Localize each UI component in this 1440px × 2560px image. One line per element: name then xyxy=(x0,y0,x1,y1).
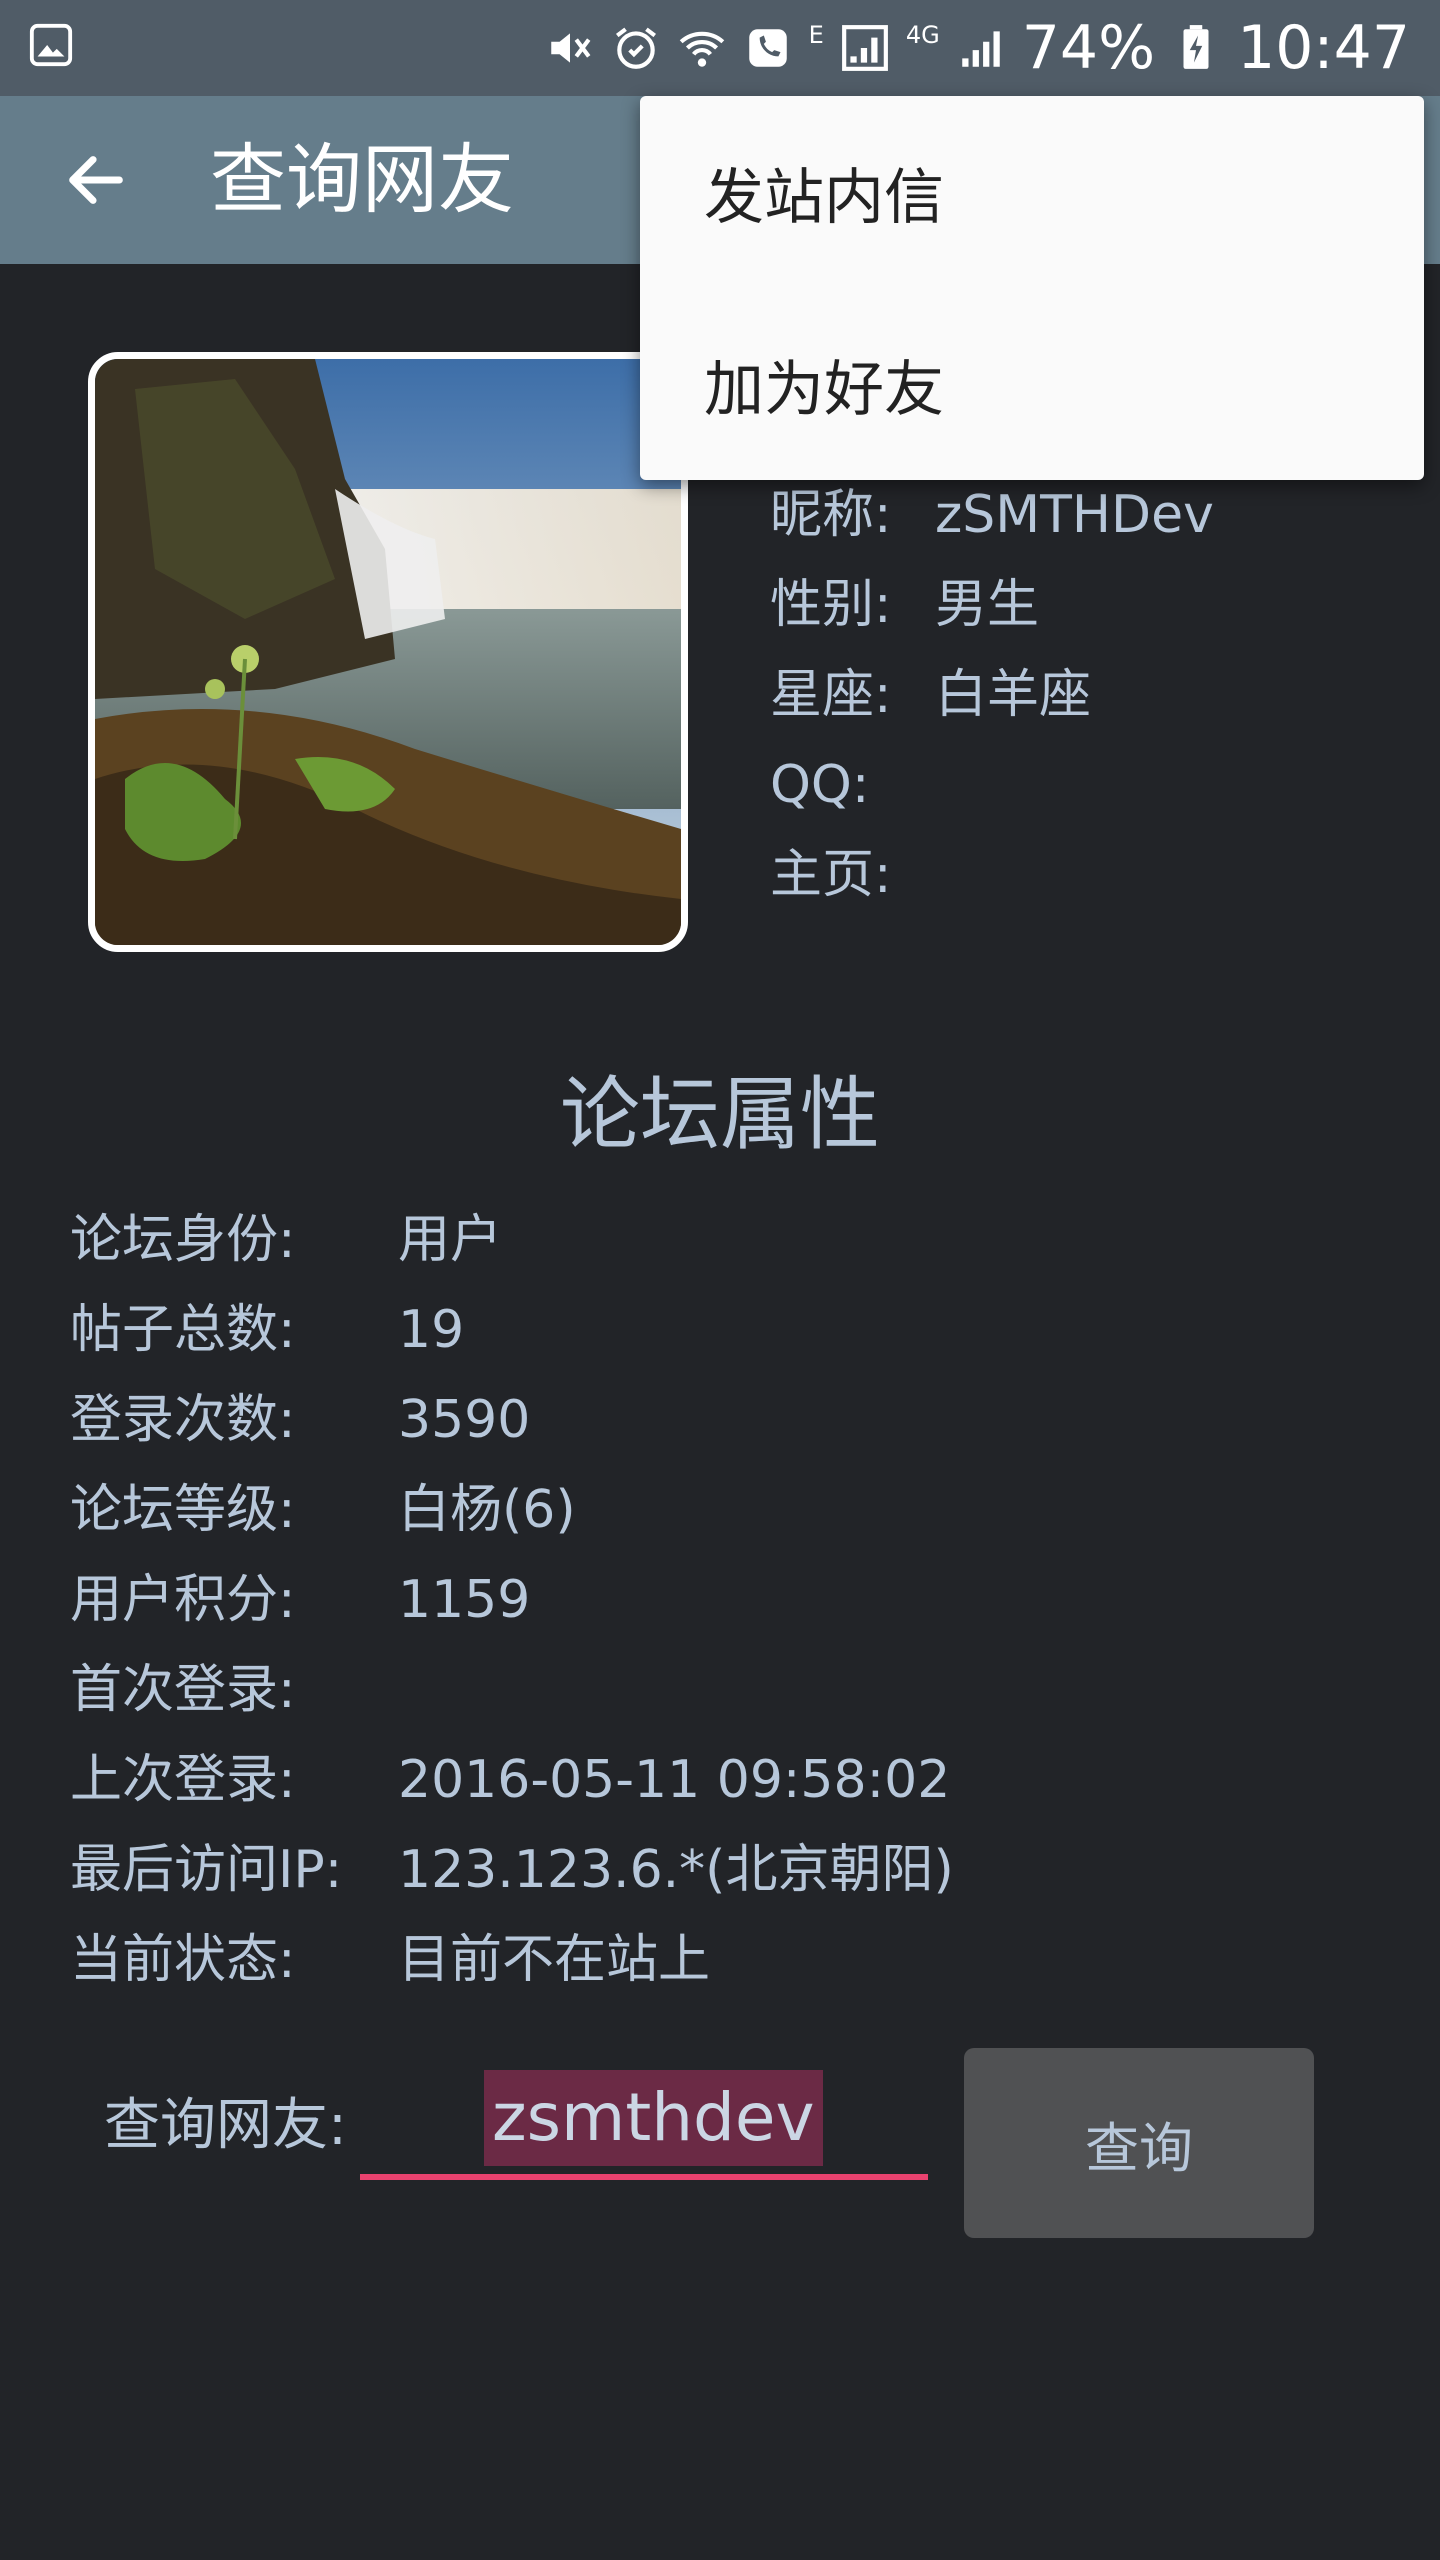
field-label: 昵称: xyxy=(770,485,892,545)
profile-field-qq: QQ: xyxy=(770,740,1214,830)
stat-label: 论坛等级: xyxy=(70,1480,296,1540)
field-value: 白羊座 xyxy=(935,665,1092,725)
stat-value: 1159 xyxy=(398,1570,531,1630)
menu-item-add-friend[interactable]: 加为好友 xyxy=(640,288,1424,480)
field-label: QQ: xyxy=(770,755,870,815)
battery-percent: 74% xyxy=(1021,13,1156,83)
stat-row: 当前状态: 目前不在站上 xyxy=(70,1915,954,2005)
stat-value: 123.123.6.*(北京朝阳) xyxy=(398,1840,954,1900)
stat-value: 3590 xyxy=(398,1390,531,1450)
stat-label: 当前状态: xyxy=(70,1930,296,1990)
page-title: 查询网友 xyxy=(210,135,514,224)
waterfall-landscape-image xyxy=(95,359,681,945)
arrow-left-icon xyxy=(69,156,123,204)
search-input-underline xyxy=(360,2174,928,2180)
stat-row: 上次登录: 2016-05-11 09:58:02 xyxy=(70,1735,954,1825)
stat-row: 用户积分: 1159 xyxy=(70,1555,954,1645)
stat-label: 首次登录: xyxy=(70,1660,296,1720)
stat-row: 帖子总数: 19 xyxy=(70,1285,954,1375)
stat-row: 登录次数: 3590 xyxy=(70,1375,954,1465)
menu-item-send-message[interactable]: 发站内信 xyxy=(640,96,1424,288)
section-title: 论坛属性 xyxy=(560,1068,880,1161)
search-input-value[interactable]: zsmthdev xyxy=(484,2070,823,2166)
stat-label: 帖子总数: xyxy=(70,1300,296,1360)
search-input[interactable]: zsmthdev xyxy=(360,2060,930,2180)
wifi-icon xyxy=(679,31,724,67)
call-icon xyxy=(748,29,787,67)
signal-strength-icon xyxy=(961,31,1000,67)
stat-label: 上次登录: xyxy=(70,1750,296,1810)
battery-icon xyxy=(1183,25,1209,69)
stat-label: 最后访问IP: xyxy=(70,1840,343,1900)
stat-row: 最后访问IP: 123.123.6.*(北京朝阳) xyxy=(70,1825,954,1915)
stat-row: 论坛等级: 白杨(6) xyxy=(70,1465,954,1555)
stat-value: 目前不在站上 xyxy=(398,1930,711,1990)
profile-field-zodiac: 星座: 白羊座 xyxy=(770,650,1214,740)
profile-field-nickname: 昵称: zSMTHDev xyxy=(770,470,1214,560)
alarm-icon xyxy=(615,27,656,69)
stat-value: 2016-05-11 09:58:02 xyxy=(398,1750,951,1810)
profile-info: 昵称: zSMTHDev 性别: 男生 星座: 白羊座 QQ: 主页: xyxy=(770,470,1214,920)
stat-row: 首次登录: xyxy=(70,1645,954,1735)
field-value: 男生 xyxy=(935,575,1040,635)
mute-icon xyxy=(550,33,591,63)
status-bar: E 4G 74% 10:47 xyxy=(0,0,1440,96)
search-button[interactable]: 查询 xyxy=(964,2048,1314,2238)
gallery-icon xyxy=(29,23,73,67)
stat-label: 论坛身份: xyxy=(70,1210,296,1270)
lte-tag: 4G xyxy=(905,21,940,49)
edge-tag: E xyxy=(808,21,824,49)
stat-label: 用户积分: xyxy=(70,1570,296,1630)
stat-value: 白杨(6) xyxy=(398,1480,576,1540)
clock: 10:47 xyxy=(1237,13,1410,83)
profile-field-homepage: 主页: xyxy=(770,830,1214,920)
stat-row: 论坛身份: 用户 xyxy=(70,1195,954,1285)
status-icons: E 4G 74% 10:47 xyxy=(545,0,1410,96)
avatar xyxy=(88,352,688,952)
overflow-menu: 发站内信 加为好友 xyxy=(640,96,1424,480)
field-label: 性别: xyxy=(770,575,892,635)
field-label: 星座: xyxy=(770,665,892,725)
field-label: 主页: xyxy=(770,845,892,905)
back-button[interactable] xyxy=(52,136,140,224)
forum-stats: 论坛身份: 用户 帖子总数: 19 登录次数: 3590 论坛等级: 白杨(6) 用户积… xyxy=(70,1195,954,2005)
field-value: zSMTHDev xyxy=(935,485,1214,545)
profile-field-gender: 性别: 男生 xyxy=(770,560,1214,650)
stat-value: 用户 xyxy=(398,1210,503,1270)
signal-icon xyxy=(841,25,888,71)
stat-value: 19 xyxy=(398,1300,465,1360)
stat-label: 登录次数: xyxy=(70,1390,296,1450)
search-label: 查询网友: xyxy=(104,2093,347,2158)
